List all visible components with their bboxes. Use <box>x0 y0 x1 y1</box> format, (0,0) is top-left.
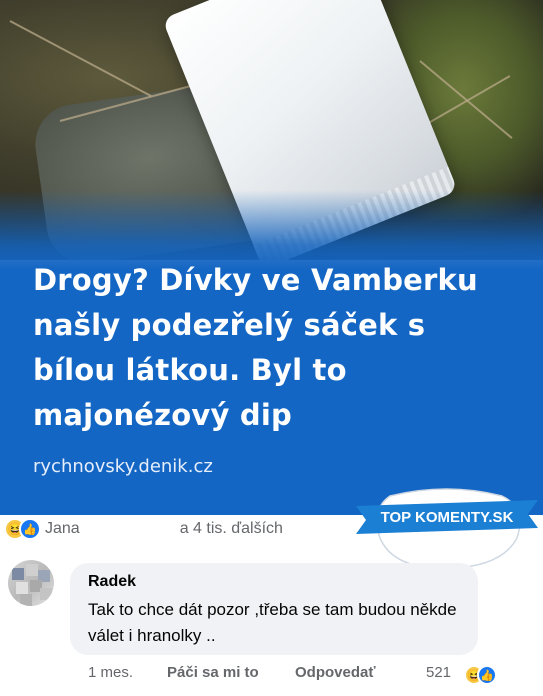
like-icon: 👍 <box>477 665 497 685</box>
like-button[interactable]: Páči sa mi to <box>167 664 259 681</box>
comment-timestamp[interactable]: 1 mes. <box>88 664 133 681</box>
comment-bubble[interactable]: Radek Tak to chce dát pozor ,třeba se ta… <box>70 563 478 655</box>
comment-text: Tak to chce dát pozor ,třeba se tam budo… <box>88 600 457 645</box>
reactors-others: a 4 tis. ďalších <box>179 520 283 537</box>
comment-reaction-count[interactable]: 521 <box>426 664 451 681</box>
twig <box>9 20 152 97</box>
article-headline[interactable]: Drogy? Dívky ve Vamberku našly podezřelý… <box>33 258 503 438</box>
comment-author[interactable]: Radek <box>88 573 136 591</box>
reactor-name: Jana <box>45 520 80 537</box>
comment-reactions[interactable]: 😆 👍 <box>464 665 497 685</box>
article-source-link[interactable]: rychnovsky.denik.cz <box>33 456 213 477</box>
avatar[interactable] <box>8 560 54 606</box>
reply-button[interactable]: Odpovedať <box>295 664 376 681</box>
like-icon: 👍 <box>19 518 41 540</box>
reactions-summary[interactable]: 😆 👍 Jana a 4 tis. ďalších <box>4 514 283 544</box>
badge-text: TOP KOMENTY.SK <box>381 509 514 526</box>
